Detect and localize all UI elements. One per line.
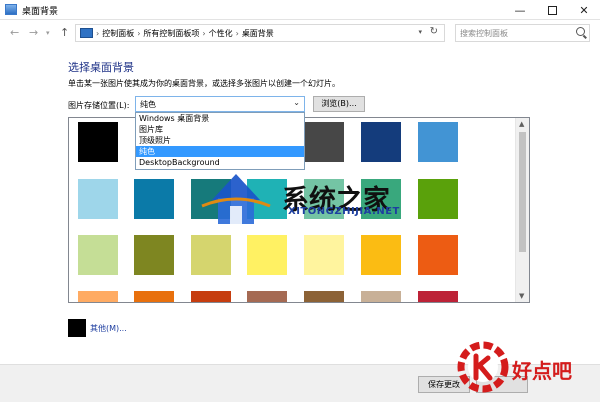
dropdown-option-top-rated[interactable]: 顶级照片 bbox=[136, 135, 304, 146]
color-swatch[interactable] bbox=[361, 235, 401, 275]
up-arrow-icon[interactable]: ↑ bbox=[60, 26, 69, 39]
color-swatch[interactable] bbox=[78, 179, 118, 219]
breadcrumb-separator: › bbox=[137, 28, 141, 38]
page-title: 选择桌面背景 bbox=[68, 61, 134, 74]
color-swatch[interactable] bbox=[191, 291, 231, 302]
instruction-text: 单击某一张图片使其成为你的桌面背景，或选择多张图片以创建一个幻灯片。 bbox=[68, 79, 340, 88]
color-swatch[interactable] bbox=[304, 179, 344, 219]
minimize-button[interactable]: — bbox=[505, 0, 535, 20]
breadcrumb-personalization[interactable]: 个性化 bbox=[209, 28, 233, 39]
scroll-down-icon[interactable]: ▼ bbox=[519, 292, 524, 300]
color-swatch[interactable] bbox=[134, 235, 174, 275]
color-swatch[interactable] bbox=[78, 122, 118, 162]
breadcrumb-separator: › bbox=[96, 28, 100, 38]
color-swatch[interactable] bbox=[134, 291, 174, 302]
search-input[interactable]: 搜索控制面板 bbox=[455, 24, 590, 42]
back-arrow-icon[interactable]: ← bbox=[10, 26, 19, 39]
color-swatch[interactable] bbox=[247, 291, 287, 302]
color-swatch[interactable] bbox=[191, 179, 231, 219]
breadcrumb-separator: › bbox=[235, 28, 239, 38]
maximize-button[interactable] bbox=[537, 0, 567, 20]
dropdown-option-pictures-library[interactable]: 图片库 bbox=[136, 124, 304, 135]
color-swatch[interactable] bbox=[418, 235, 458, 275]
search-placeholder: 搜索控制面板 bbox=[460, 29, 508, 38]
picture-location-value: 纯色 bbox=[140, 100, 156, 109]
window-icon bbox=[5, 4, 17, 15]
color-swatch[interactable] bbox=[418, 179, 458, 219]
color-swatch[interactable] bbox=[304, 235, 344, 275]
address-bar[interactable]: › 控制面板 › 所有控制面板项 › 个性化 › 桌面背景 ▾ ↻ bbox=[75, 24, 445, 42]
other-color-swatch[interactable] bbox=[68, 319, 86, 337]
color-swatch[interactable] bbox=[247, 235, 287, 275]
color-swatch[interactable] bbox=[418, 122, 458, 162]
color-swatch[interactable] bbox=[78, 291, 118, 302]
breadcrumb-desktop-background[interactable]: 桌面背景 bbox=[242, 28, 274, 39]
color-swatch[interactable] bbox=[361, 179, 401, 219]
forward-arrow-icon[interactable]: → bbox=[29, 26, 38, 39]
browse-button[interactable]: 浏览(B)... bbox=[313, 96, 365, 112]
chevron-down-icon: ⌄ bbox=[293, 98, 300, 107]
window-title: 桌面背景 bbox=[22, 7, 59, 17]
picture-location-label: 图片存储位置(L): bbox=[68, 101, 130, 110]
picture-location-select[interactable]: 纯色 ⌄ bbox=[135, 96, 305, 112]
picture-location-dropdown: Windows 桌面背景 图片库 顶级照片 纯色 DesktopBackgrou… bbox=[135, 112, 305, 170]
dropdown-option-windows-backgrounds[interactable]: Windows 桌面背景 bbox=[136, 113, 304, 124]
control-panel-icon bbox=[80, 28, 93, 38]
color-swatch[interactable] bbox=[304, 122, 344, 162]
footer-bar: 保存更改 bbox=[0, 364, 600, 402]
vertical-scrollbar[interactable]: ▲ ▼ bbox=[515, 118, 529, 302]
breadcrumb-separator: › bbox=[202, 28, 206, 38]
color-swatch[interactable] bbox=[191, 235, 231, 275]
close-button[interactable]: ✕ bbox=[569, 0, 599, 20]
breadcrumb-all-items[interactable]: 所有控制面板项 bbox=[143, 28, 199, 39]
title-bar: 桌面背景 — ✕ bbox=[0, 0, 600, 20]
color-swatch[interactable] bbox=[304, 291, 344, 302]
color-swatch[interactable] bbox=[361, 291, 401, 302]
search-icon bbox=[576, 27, 585, 36]
cancel-button[interactable] bbox=[476, 376, 528, 393]
color-swatch[interactable] bbox=[247, 179, 287, 219]
other-colors-link[interactable]: 其他(M)... bbox=[90, 323, 127, 334]
navigation-bar: ← → ▾ ↑ › 控制面板 › 所有控制面板项 › 个性化 › 桌面背景 ▾ … bbox=[0, 21, 600, 45]
color-swatch[interactable] bbox=[134, 179, 174, 219]
color-swatch[interactable] bbox=[78, 235, 118, 275]
dropdown-option-solid-colors[interactable]: 纯色 bbox=[136, 146, 304, 157]
maximize-icon bbox=[547, 5, 557, 15]
scrollbar-thumb[interactable] bbox=[519, 132, 526, 252]
color-swatch[interactable] bbox=[418, 291, 458, 302]
breadcrumb-control-panel[interactable]: 控制面板 bbox=[102, 28, 134, 39]
scroll-up-icon[interactable]: ▲ bbox=[519, 120, 524, 128]
color-swatch[interactable] bbox=[361, 122, 401, 162]
refresh-icon[interactable]: ↻ bbox=[430, 26, 438, 37]
dropdown-option-desktop-background-folder[interactable]: DesktopBackground bbox=[136, 157, 304, 168]
save-changes-button[interactable]: 保存更改 bbox=[418, 376, 470, 393]
address-history-chevron-icon[interactable]: ▾ bbox=[418, 28, 422, 36]
recent-locations-chevron-icon[interactable]: ▾ bbox=[46, 29, 50, 37]
